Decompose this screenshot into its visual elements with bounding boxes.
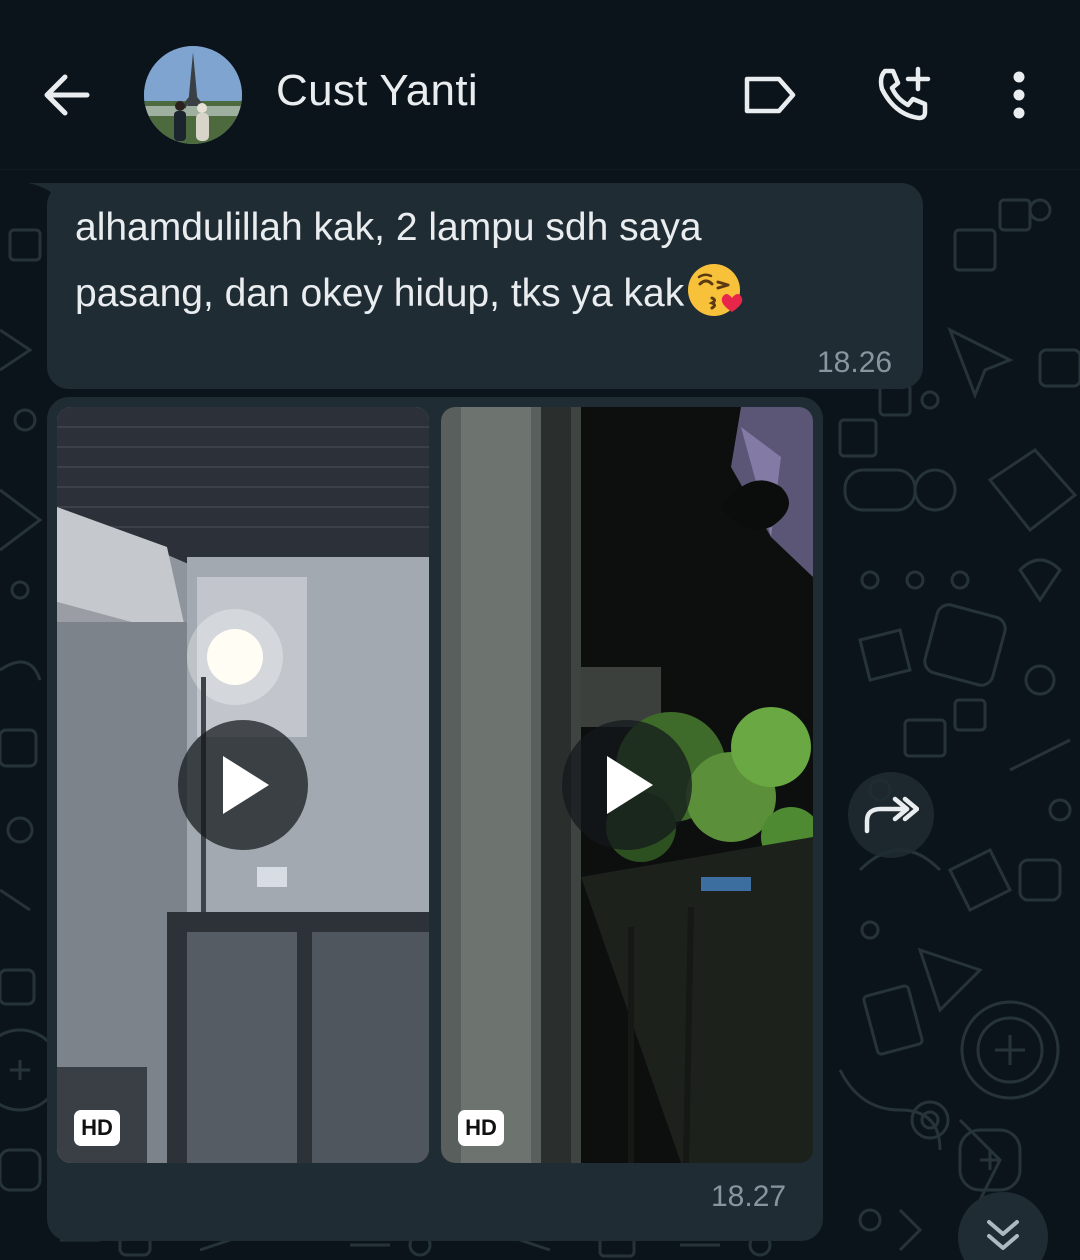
label-button[interactable] xyxy=(734,60,804,130)
play-icon xyxy=(607,756,653,814)
play-button[interactable] xyxy=(178,720,308,850)
message-text: alhamdulillah kak, 2 lampu sdh saya pasa… xyxy=(75,196,835,326)
forward-button[interactable] xyxy=(848,772,934,858)
more-vertical-icon xyxy=(1013,71,1025,119)
back-arrow-icon xyxy=(44,74,90,116)
chat-header: Cust Yanti xyxy=(0,0,1080,170)
message-time: 18.26 xyxy=(817,346,893,379)
face-blowing-kiss-emoji xyxy=(688,264,743,316)
avatar-photo xyxy=(144,46,242,144)
double-chevron-down-icon xyxy=(987,1220,1019,1250)
add-call-button[interactable] xyxy=(868,60,938,130)
play-icon xyxy=(223,756,269,814)
hd-badge: HD xyxy=(74,1110,120,1146)
contact-name[interactable]: Cust Yanti xyxy=(276,66,478,116)
contact-avatar[interactable] xyxy=(144,46,242,144)
video-thumbnail-1[interactable]: HD xyxy=(57,407,429,1163)
more-options-button[interactable] xyxy=(984,60,1054,130)
message-time: 18.27 xyxy=(711,1180,787,1213)
play-button[interactable] xyxy=(562,720,692,850)
add-call-icon xyxy=(878,66,931,121)
message-text-content: alhamdulillah kak, 2 lampu sdh saya pasa… xyxy=(75,206,702,315)
label-tag-icon xyxy=(744,76,796,114)
bubble-tail xyxy=(28,183,68,213)
video-thumbnail-2[interactable]: HD xyxy=(441,407,813,1163)
back-button[interactable] xyxy=(36,62,96,128)
hd-badge: HD xyxy=(458,1110,504,1146)
forward-icon xyxy=(864,796,919,834)
